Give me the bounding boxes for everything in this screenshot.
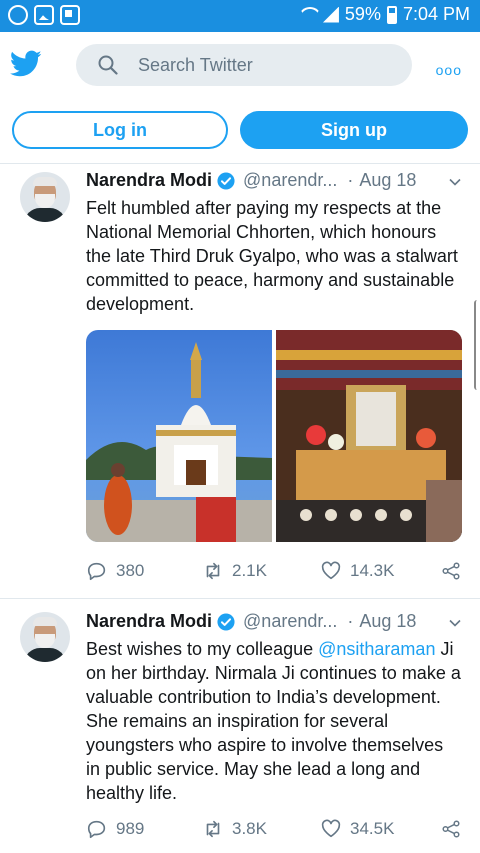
share-icon	[442, 820, 460, 838]
status-bar: 59% 7:04 PM	[0, 0, 480, 32]
share-button[interactable]	[440, 818, 462, 840]
separator-dot: ·	[347, 611, 354, 631]
reply-icon	[87, 820, 106, 839]
reply-count: 380	[116, 561, 145, 580]
reply-count: 989	[116, 819, 145, 838]
signup-button[interactable]: Sign up	[240, 111, 468, 149]
author-name[interactable]: Narendra Modi	[86, 170, 212, 191]
tweet-text: Best wishes to my colleague @nsitharaman…	[86, 637, 462, 805]
share-icon	[442, 562, 460, 580]
separator-dot: ·	[347, 170, 354, 190]
tweet-media[interactable]	[86, 330, 462, 542]
signal-icon	[322, 6, 339, 23]
tweet-text: Felt humbled after paying my respects at…	[86, 198, 458, 314]
share-button[interactable]	[440, 560, 462, 582]
author-handle[interactable]: @narendr...	[243, 170, 337, 191]
whatsapp-icon	[8, 5, 28, 25]
system-indicators: 59% 7:04 PM	[299, 4, 470, 25]
verified-badge-icon	[217, 612, 235, 631]
app-header: Search Twitter ooo	[0, 32, 480, 96]
divider	[0, 598, 480, 599]
tweet-actions: 989 3.8K 34.5K	[86, 818, 466, 844]
tweet-text-part: Ji on her birthday. Nirmala Ji continues…	[86, 639, 461, 803]
battery-percent: 59%	[344, 4, 381, 24]
retweet-count: 2.1K	[232, 561, 267, 580]
author-name[interactable]: Narendra Modi	[86, 611, 212, 632]
retweet-button[interactable]: 3.8K	[202, 818, 267, 840]
retweet-count: 3.8K	[232, 819, 267, 838]
heart-icon	[321, 561, 341, 580]
retweet-icon	[206, 820, 220, 838]
more-options-icon[interactable]: ooo	[436, 62, 462, 78]
twitter-logo-icon[interactable]	[10, 50, 42, 78]
gallery-icon	[34, 5, 54, 25]
like-button[interactable]: 14.3K	[320, 560, 394, 582]
tweet-header: Narendra Modi @narendr... · Aug 18	[86, 170, 416, 191]
divider	[0, 163, 480, 164]
retweet-button[interactable]: 2.1K	[202, 560, 267, 582]
avatar[interactable]	[20, 172, 70, 222]
like-count: 14.3K	[350, 561, 395, 580]
like-count: 34.5K	[350, 819, 395, 838]
reply-button[interactable]: 380	[86, 560, 144, 582]
mention-link[interactable]: @nsitharaman	[318, 639, 435, 659]
clock: 7:04 PM	[402, 4, 470, 24]
search-icon	[98, 55, 118, 75]
search-placeholder: Search Twitter	[138, 55, 253, 75]
reply-button[interactable]: 989	[86, 818, 144, 840]
tweet-date[interactable]: Aug 18	[359, 611, 416, 632]
flipboard-icon	[60, 5, 80, 25]
notification-icons	[8, 5, 80, 25]
search-input[interactable]: Search Twitter	[76, 44, 412, 86]
chevron-down-icon[interactable]	[448, 175, 462, 189]
tweet-header: Narendra Modi @narendr... · Aug 18	[86, 611, 416, 632]
altar-photo[interactable]	[276, 330, 462, 542]
tweet-actions: 380 2.1K 14.3K	[86, 560, 466, 586]
retweet-icon	[206, 562, 220, 580]
chevron-down-icon[interactable]	[448, 616, 462, 630]
verified-badge-icon	[217, 171, 235, 190]
wifi-icon	[299, 7, 317, 23]
chorten-photo[interactable]	[86, 330, 272, 542]
scroll-indicator[interactable]	[474, 300, 480, 390]
author-handle[interactable]: @narendr...	[243, 611, 337, 632]
reply-icon	[87, 562, 106, 581]
tweet-date[interactable]: Aug 18	[359, 170, 416, 191]
login-button[interactable]: Log in	[12, 111, 228, 149]
heart-icon	[321, 819, 341, 838]
avatar[interactable]	[20, 612, 70, 662]
like-button[interactable]: 34.5K	[320, 818, 394, 840]
battery-icon	[386, 5, 397, 24]
tweet-text-part: Best wishes to my colleague	[86, 639, 319, 659]
